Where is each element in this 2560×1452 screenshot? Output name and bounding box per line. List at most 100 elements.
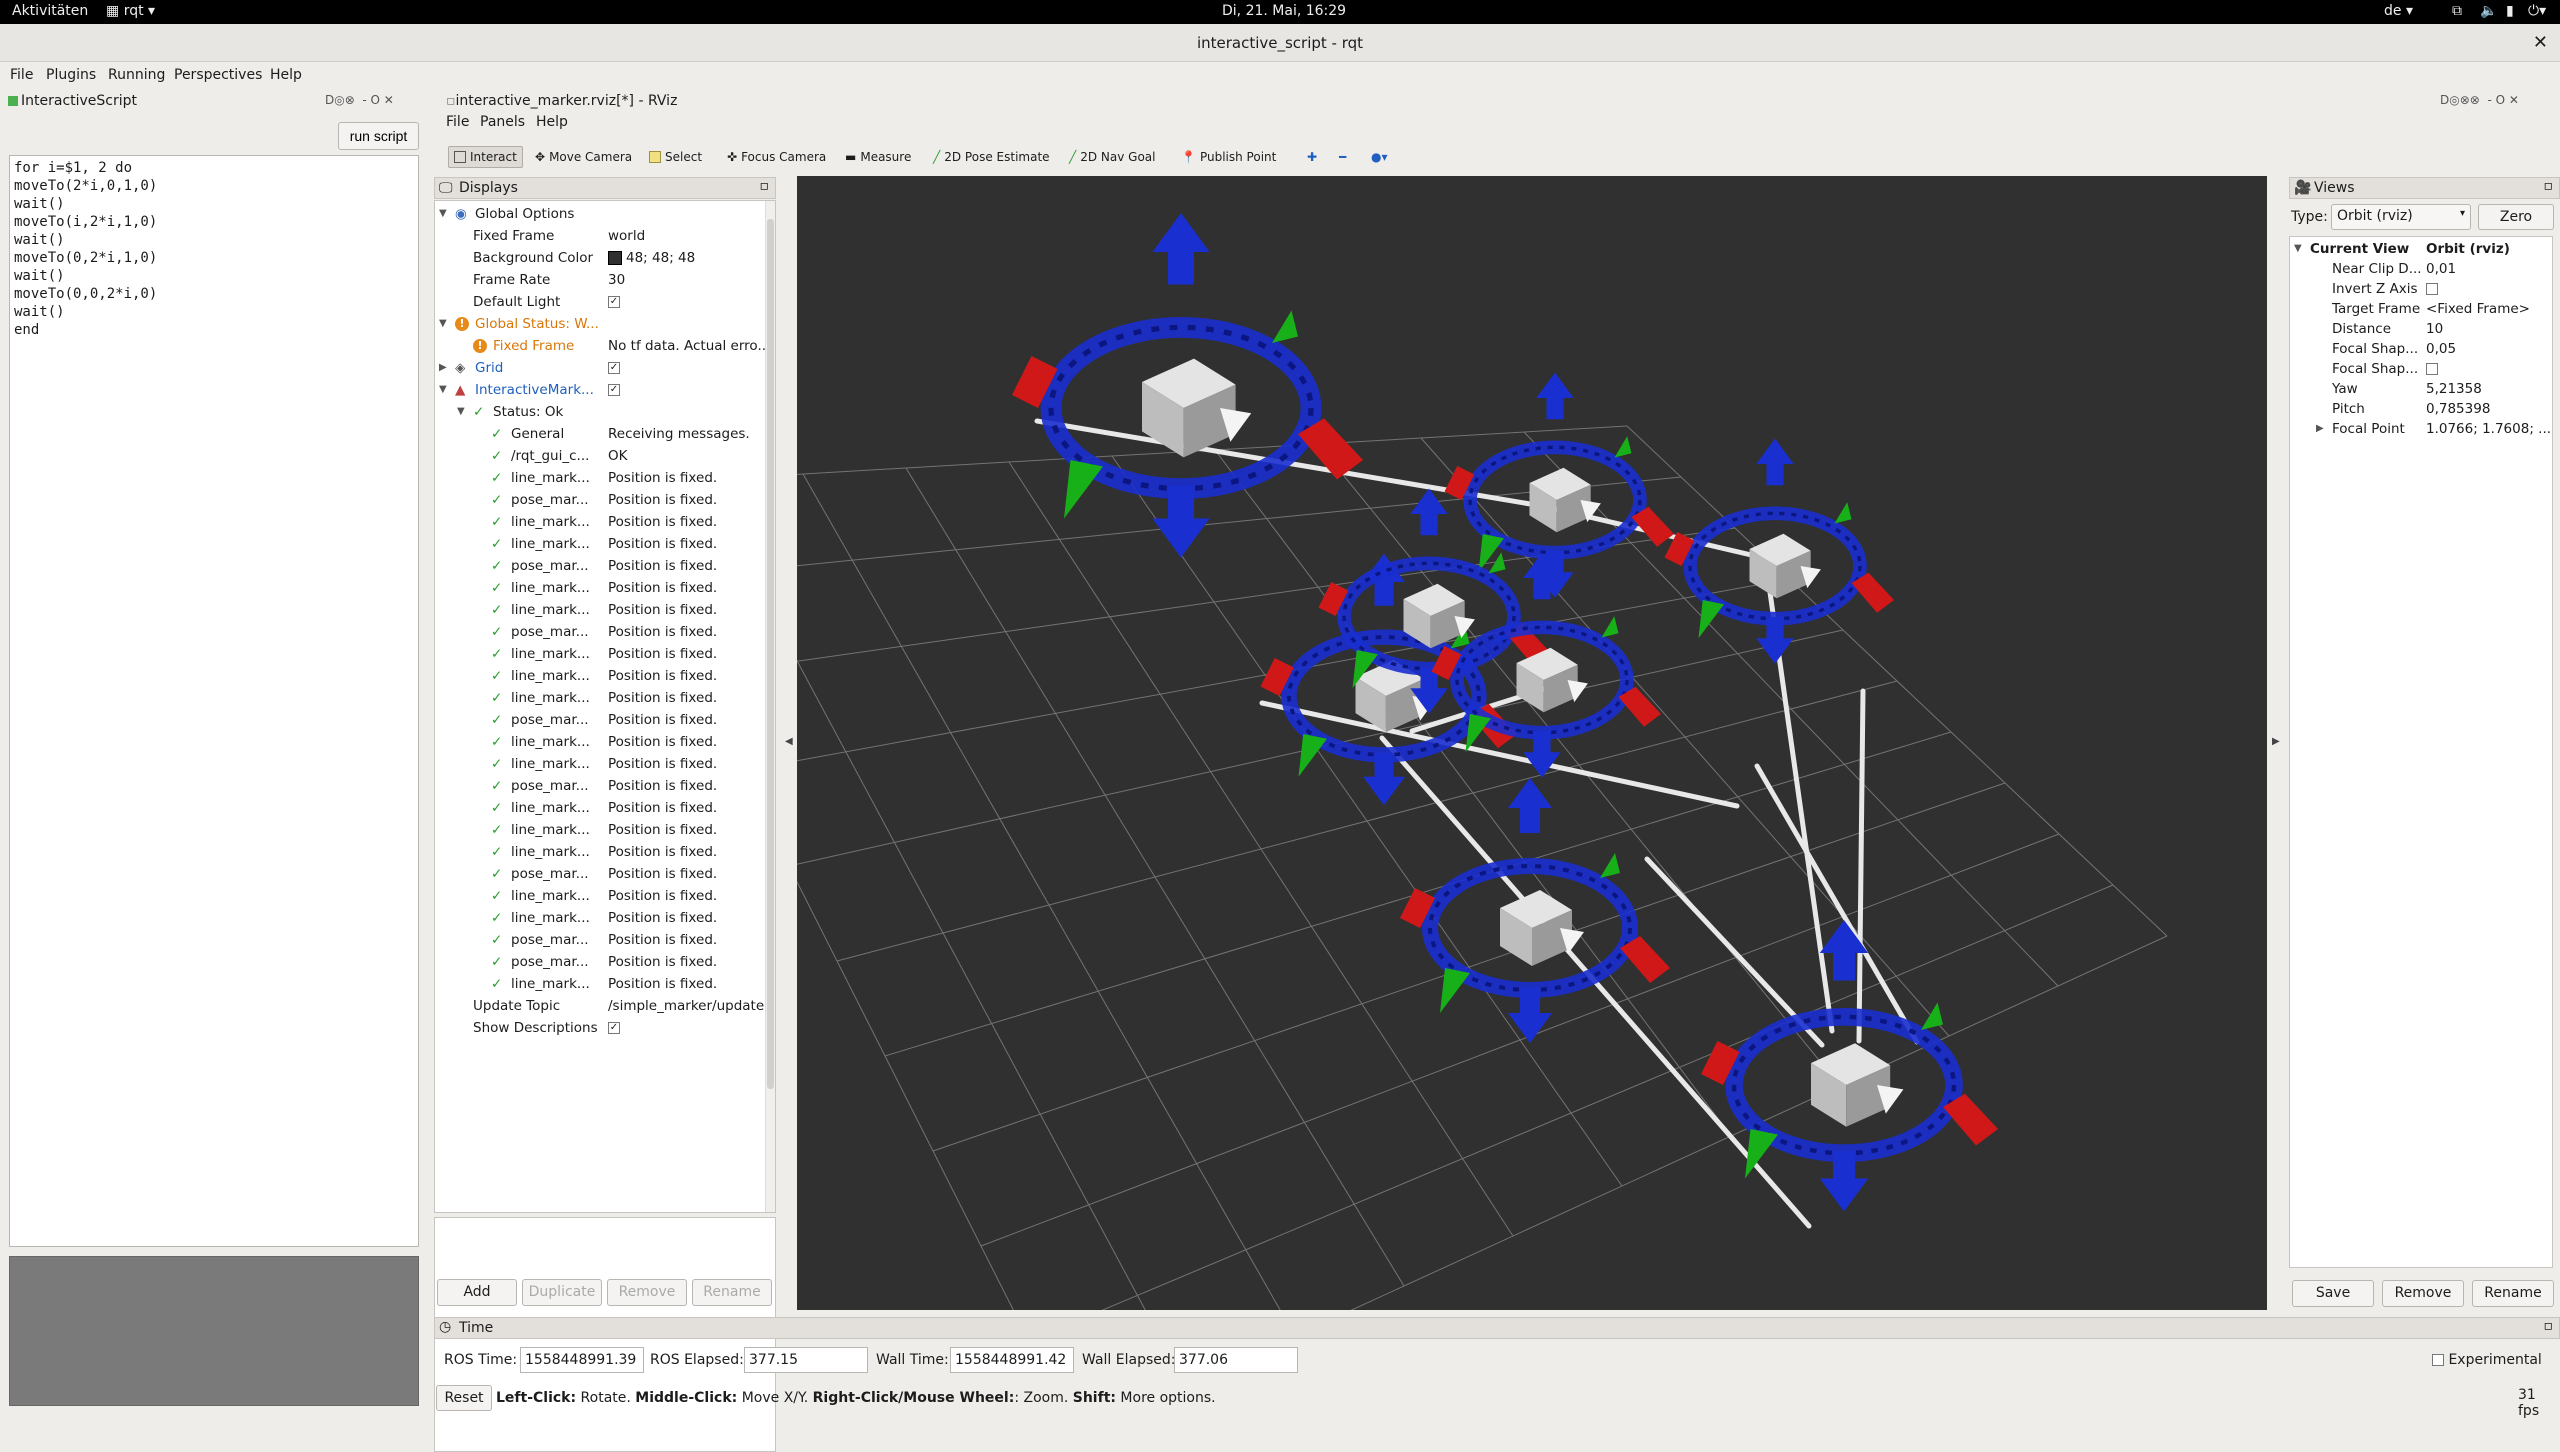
display-row[interactable]: ✓ line_mark... Position is fixed.: [435, 797, 765, 819]
display-row[interactable]: ✓ line_mark... Position is fixed.: [435, 885, 765, 907]
display-row[interactable]: ✓ line_mark... Position is fixed.: [435, 643, 765, 665]
view-property-row[interactable]: Distance 10: [2290, 319, 2552, 339]
remove-view-button[interactable]: Remove: [2382, 1280, 2464, 1307]
display-row-value-cell[interactable]: Position is fixed.: [608, 533, 768, 555]
view-property-row[interactable]: Near Clip D... 0,01: [2290, 259, 2552, 279]
display-row[interactable]: ✓ line_mark... Position is fixed.: [435, 687, 765, 709]
view-property-value-cell[interactable]: 1.0766; 1.7608; ...: [2426, 419, 2551, 439]
display-row[interactable]: ✓ line_mark... Position is fixed.: [435, 907, 765, 929]
view-property-value-cell[interactable]: 0,01: [2426, 259, 2456, 279]
display-row-value-cell[interactable]: Position is fixed.: [608, 511, 768, 533]
power-icon[interactable]: ⏻▾: [2528, 3, 2546, 19]
menu-help[interactable]: Help: [270, 67, 302, 83]
view-property-row[interactable]: Yaw 5,21358: [2290, 379, 2552, 399]
display-row-value-cell[interactable]: Position is fixed.: [608, 577, 768, 599]
display-row-value-cell[interactable]: Position is fixed.: [608, 929, 768, 951]
volume-icon[interactable]: 🔈: [2480, 3, 2497, 19]
view-property-value-cell[interactable]: 0,785398: [2426, 399, 2490, 419]
activities-button[interactable]: Aktivitäten: [12, 3, 88, 19]
display-row-value-cell[interactable]: ✓: [608, 1017, 768, 1039]
display-row[interactable]: ✓ pose_mar... Position is fixed.: [435, 489, 765, 511]
experimental-checkbox[interactable]: Experimental: [2432, 1352, 2542, 1368]
view-property-value-cell[interactable]: 0,05: [2426, 339, 2456, 359]
displays-tree[interactable]: ▼ ◉ Global Options Fixed Frame world Backgrou…: [434, 200, 776, 1213]
render-3d-view[interactable]: [596, 176, 2267, 1437]
display-row-value-cell[interactable]: Position is fixed.: [608, 753, 768, 775]
network-icon[interactable]: ⧉: [2452, 3, 2462, 19]
display-row-value-cell[interactable]: Position is fixed.: [608, 973, 768, 995]
run-script-button[interactable]: run script: [338, 122, 419, 150]
add-tool-icon[interactable]: ✚: [1302, 146, 1322, 168]
tool-focus-camera[interactable]: ✜ Focus Camera: [722, 146, 831, 168]
views-tree[interactable]: ▼ Current View Orbit (rviz) Near Clip D... 0…: [2289, 236, 2553, 1268]
display-row[interactable]: ▼ ▲ InteractiveMark... ✓: [435, 379, 765, 401]
display-row-value-cell[interactable]: ✓: [608, 357, 768, 379]
app-menu[interactable]: ▦ rqt ▾: [106, 3, 155, 19]
view-property-value-cell[interactable]: 10: [2426, 319, 2443, 339]
view-property-value-cell[interactable]: [2426, 279, 2438, 299]
display-row-value-cell[interactable]: Position is fixed.: [608, 885, 768, 907]
view-property-row[interactable]: ▼ Current View Orbit (rviz): [2290, 239, 2552, 259]
tool-publish-point[interactable]: 📍 Publish Point: [1176, 146, 1281, 168]
display-row-value-cell[interactable]: Position is fixed.: [608, 467, 768, 489]
tool-interact[interactable]: Interact: [448, 146, 523, 168]
display-row-value-cell[interactable]: Position is fixed.: [608, 841, 768, 863]
display-row-value-cell[interactable]: Position is fixed.: [608, 797, 768, 819]
display-row[interactable]: ✓ line_mark... Position is fixed.: [435, 819, 765, 841]
menu-plugins[interactable]: Plugins: [46, 67, 96, 83]
display-row[interactable]: Background Color 48; 48; 48: [435, 247, 765, 269]
display-row[interactable]: ✓ line_mark... Position is fixed.: [435, 841, 765, 863]
battery-icon[interactable]: ▮: [2506, 3, 2514, 19]
display-row[interactable]: ✓ line_mark... Position is fixed.: [435, 533, 765, 555]
view-type-select[interactable]: Orbit (rviz) ▾: [2331, 204, 2471, 230]
tool-properties-icon[interactable]: ●▾: [1366, 146, 1393, 168]
remove-tool-icon[interactable]: ━: [1334, 146, 1351, 168]
display-row[interactable]: ✓ line_mark... Position is fixed.: [435, 973, 765, 995]
display-row-value-cell[interactable]: Position is fixed.: [608, 731, 768, 753]
tool-measure[interactable]: ▬ Measure: [840, 146, 916, 168]
display-row-value-cell[interactable]: Position is fixed.: [608, 665, 768, 687]
checkbox-icon[interactable]: [2426, 363, 2438, 375]
remove-display-button[interactable]: Remove: [607, 1279, 687, 1306]
expand-right-icon[interactable]: ▶: [439, 357, 447, 379]
close-icon[interactable]: ▫: [760, 178, 770, 194]
display-row-value-cell[interactable]: Position is fixed.: [608, 951, 768, 973]
display-row-value-cell[interactable]: ✓: [608, 379, 768, 401]
display-row-value-cell[interactable]: Position is fixed.: [608, 687, 768, 709]
expand-down-icon[interactable]: ▼: [439, 379, 447, 401]
display-row[interactable]: ✓ line_mark... Position is fixed.: [435, 577, 765, 599]
display-row[interactable]: Update Topic/simple_marker/update: [435, 995, 765, 1017]
panel-controls[interactable]: D◎⊗ - O ✕: [325, 93, 394, 107]
display-row[interactable]: Fixed Frame world: [435, 225, 765, 247]
view-property-value-cell[interactable]: Orbit (rviz): [2426, 239, 2510, 259]
view-property-row[interactable]: Focal Shap...: [2290, 359, 2552, 379]
checkbox-icon[interactable]: ✓: [608, 1022, 620, 1034]
rename-view-button[interactable]: Rename: [2472, 1280, 2554, 1307]
wall-time-field[interactable]: 1558448991.42: [950, 1347, 1074, 1373]
keyboard-layout[interactable]: de ▾: [2384, 3, 2413, 19]
checkbox-icon[interactable]: [2426, 283, 2438, 295]
menu-running[interactable]: Running: [108, 67, 165, 83]
rviz-menu-help[interactable]: Help: [536, 114, 568, 130]
display-row[interactable]: ✓ line_mark... Position is fixed.: [435, 731, 765, 753]
display-row-value-cell[interactable]: 30: [608, 269, 768, 291]
display-row[interactable]: Frame Rate 30: [435, 269, 765, 291]
clock[interactable]: Di, 21. Mai, 16:29: [1222, 3, 1346, 19]
display-row-value-cell[interactable]: Position is fixed.: [608, 489, 768, 511]
reset-button[interactable]: Reset: [436, 1385, 492, 1411]
display-row-value-cell[interactable]: Position is fixed.: [608, 775, 768, 797]
display-row-value-cell[interactable]: 48; 48; 48: [608, 247, 768, 269]
display-row-value-cell[interactable]: Position is fixed.: [608, 643, 768, 665]
display-row[interactable]: ✓ pose_mar... Position is fixed.: [435, 951, 765, 973]
display-row-value-cell[interactable]: Position is fixed.: [608, 599, 768, 621]
display-row[interactable]: ✓ line_mark... Position is fixed.: [435, 665, 765, 687]
close-icon[interactable]: ▫: [2544, 1318, 2554, 1334]
checkbox-icon[interactable]: ✓: [608, 296, 620, 308]
display-row[interactable]: ✓ line_mark... Position is fixed.: [435, 467, 765, 489]
display-row-value-cell[interactable]: Position is fixed.: [608, 907, 768, 929]
display-row[interactable]: ! Fixed Frame No tf data. Actual erro...: [435, 335, 768, 357]
expand-down-icon[interactable]: ▼: [439, 203, 447, 225]
scrollbar[interactable]: [765, 201, 775, 1212]
checkbox-icon[interactable]: ✓: [608, 384, 620, 396]
menu-file[interactable]: File: [10, 67, 33, 83]
